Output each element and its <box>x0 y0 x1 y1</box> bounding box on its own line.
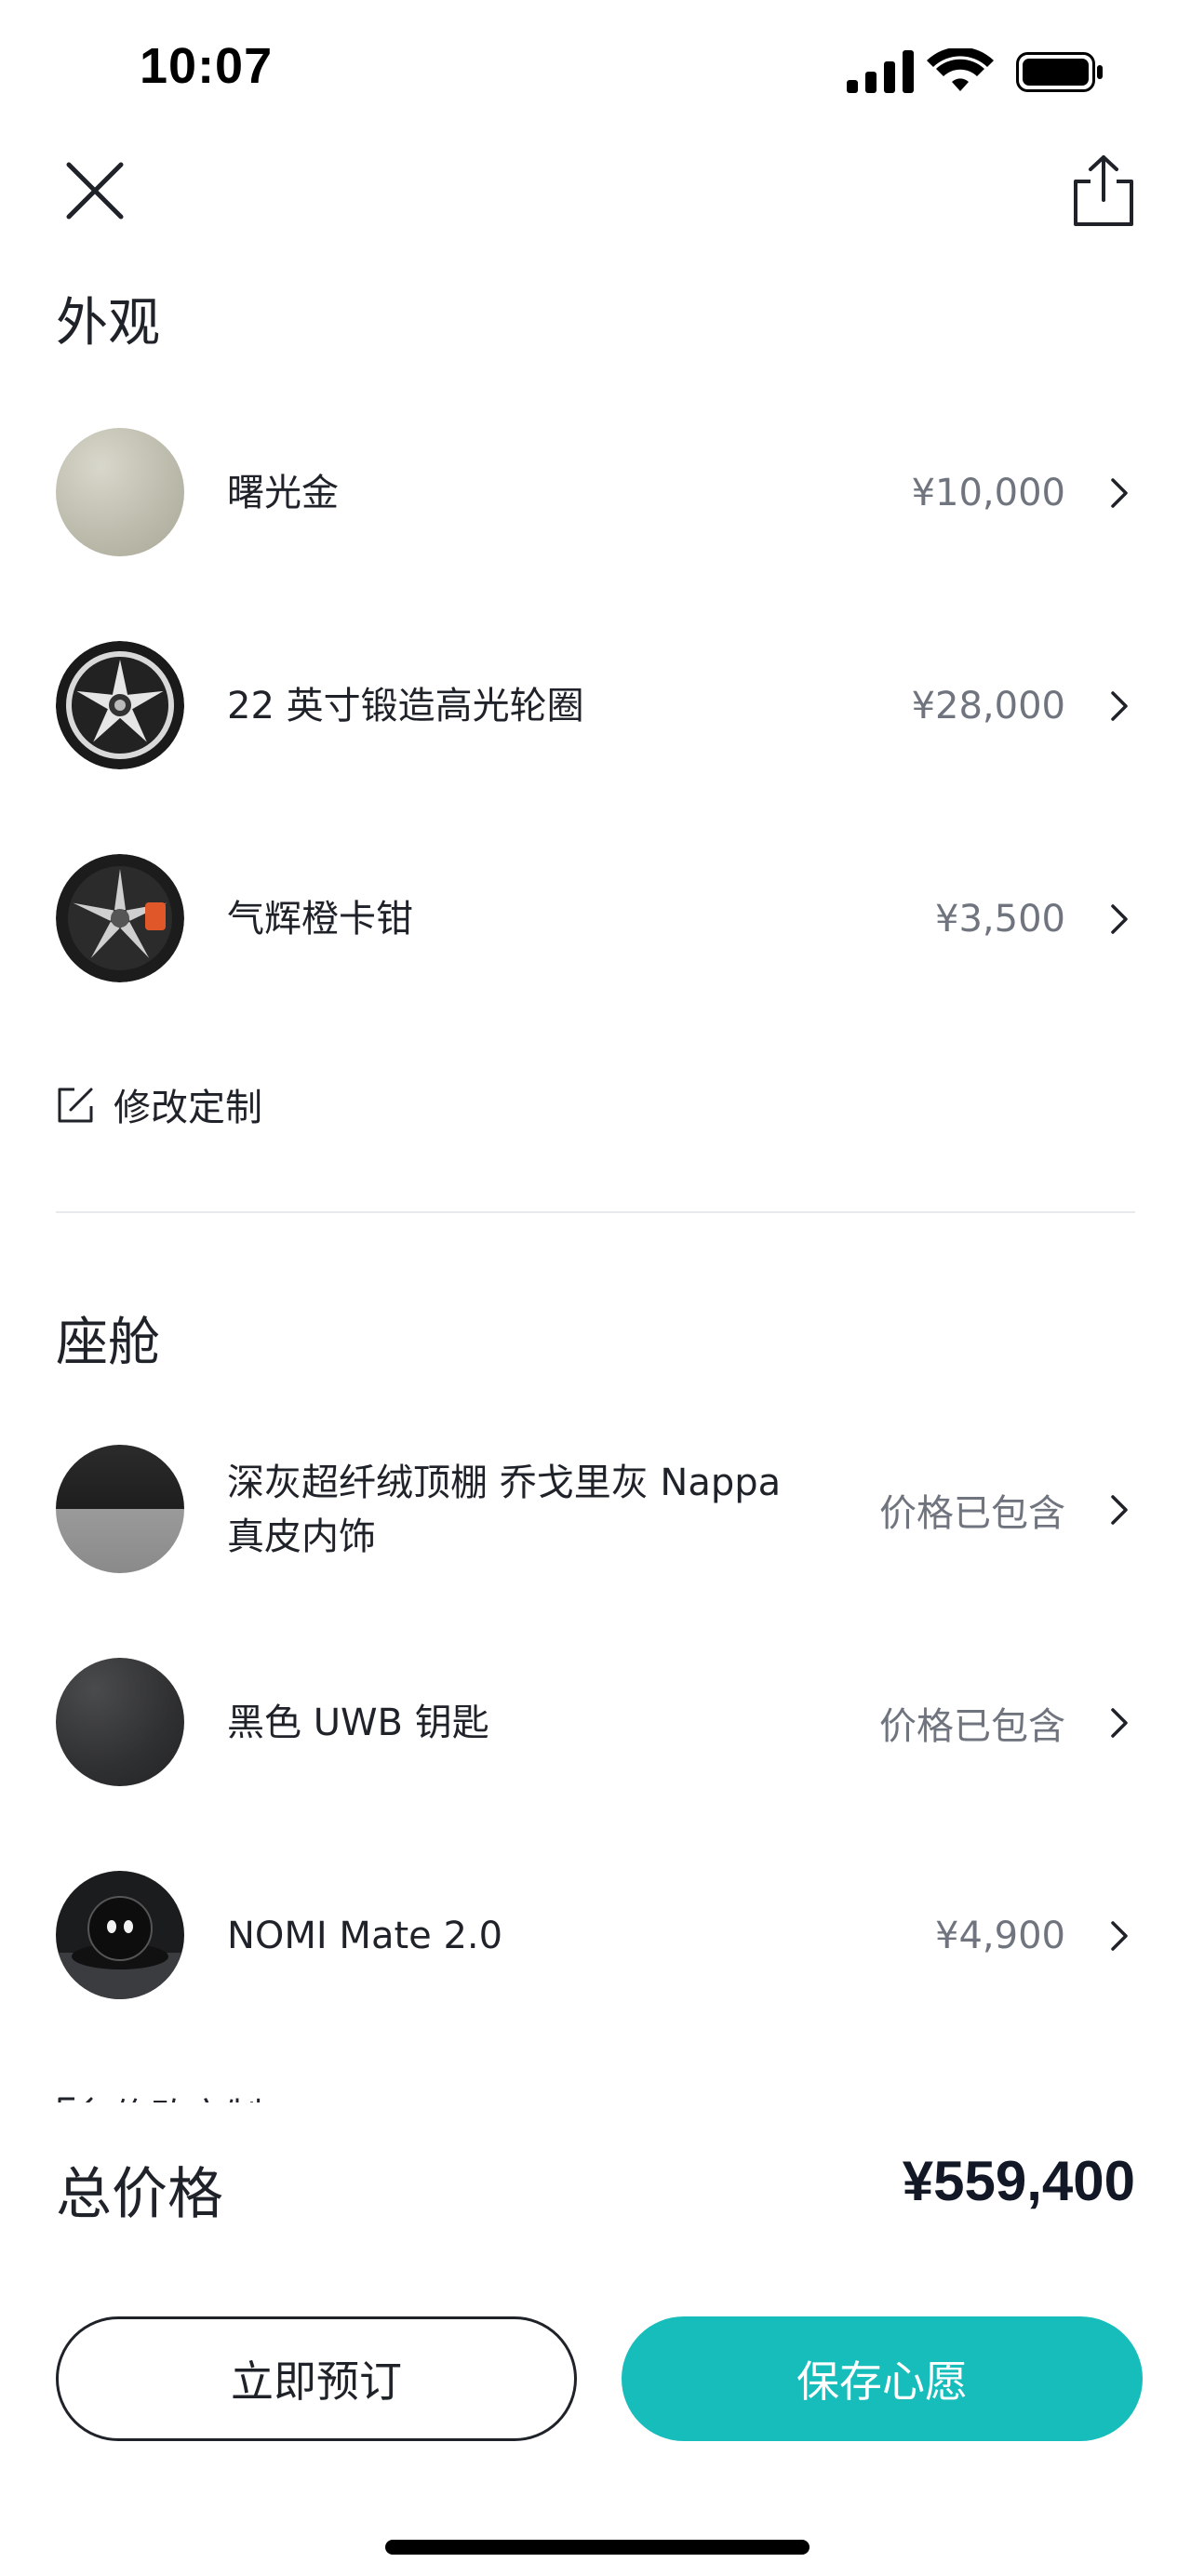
chevron-right-icon <box>1111 904 1128 934</box>
cabin-item-interior[interactable]: 深灰超纤绒顶棚 乔戈里灰 Nappa 真皮内饰 价格已包含 <box>0 1426 1191 1594</box>
edit-icon <box>58 1088 93 1123</box>
chevron-right-icon <box>1111 1495 1128 1525</box>
chevron-right-icon <box>1111 1921 1128 1951</box>
wheel-thumbnail <box>56 641 184 769</box>
chevron-right-icon <box>1111 691 1128 721</box>
config-summary-screen: 10:07 外观 曙光金 ¥10,000 22 英寸锻造高光轮圈 ¥28,000… <box>0 0 1191 2576</box>
close-button[interactable] <box>58 153 132 228</box>
item-name: 黑色 UWB 钥匙 <box>227 1702 489 1744</box>
modify-cabin-button[interactable]: 修改定制 <box>56 2086 262 2102</box>
status-icons <box>847 48 1103 93</box>
exterior-item-caliper[interactable]: 气辉橙卡钳 ¥3,500 <box>0 835 1191 1003</box>
item-price: 价格已包含 <box>879 1705 1065 1748</box>
section-title-cabin: 座舱 <box>56 1313 160 1373</box>
close-icon <box>66 162 124 220</box>
key-swatch-thumbnail <box>56 1658 184 1786</box>
save-wish-button[interactable]: 保存心愿 <box>622 2316 1143 2441</box>
item-price: ¥10,000 <box>911 472 1065 514</box>
item-name: 22 英寸锻造高光轮圈 <box>227 685 584 727</box>
interior-swatch-thumbnail <box>56 1445 184 1573</box>
caliper-thumbnail <box>56 854 184 982</box>
item-name: 气辉橙卡钳 <box>227 898 413 941</box>
total-price-label: 总价格 <box>56 2162 223 2227</box>
home-indicator <box>385 2540 810 2555</box>
total-price-value: ¥559,400 <box>902 2150 1135 2212</box>
item-name: 深灰超纤绒顶棚 乔戈里灰 Nappa 真皮内饰 <box>227 1462 782 1558</box>
section-title-exterior: 外观 <box>56 293 160 354</box>
share-icon <box>1074 155 1133 226</box>
share-button[interactable] <box>1066 153 1141 228</box>
section-divider <box>56 1211 1135 1213</box>
edit-icon <box>58 2097 93 2102</box>
signal-icon <box>847 50 914 93</box>
nomi-thumbnail <box>56 1871 184 1999</box>
exterior-item-paint[interactable]: 曙光金 ¥10,000 <box>0 409 1191 577</box>
item-price: 价格已包含 <box>879 1492 1065 1535</box>
chevron-right-icon <box>1111 1708 1128 1738</box>
cabin-item-nomi[interactable]: NOMI Mate 2.0 ¥4,900 <box>0 1852 1191 2020</box>
item-price: ¥28,000 <box>911 685 1065 727</box>
item-price: ¥4,900 <box>935 1915 1065 1957</box>
modify-label: 修改定制 <box>114 1087 262 1129</box>
modify-exterior-button[interactable]: 修改定制 <box>56 1076 262 1132</box>
chevron-right-icon <box>1111 478 1128 508</box>
paint-swatch-thumbnail <box>56 428 184 556</box>
item-price: ¥3,500 <box>935 898 1065 941</box>
cabin-item-key[interactable]: 黑色 UWB 钥匙 价格已包含 <box>0 1639 1191 1807</box>
config-list[interactable]: 外观 曙光金 ¥10,000 22 英寸锻造高光轮圈 ¥28,000 气辉橙卡钳… <box>0 260 1191 2102</box>
status-bar: 10:07 <box>0 0 1191 140</box>
modify-label: 修改定制 <box>114 2087 262 2102</box>
wifi-icon <box>927 48 994 91</box>
item-name: 曙光金 <box>227 472 339 514</box>
item-name: NOMI Mate 2.0 <box>227 1915 503 1957</box>
order-now-button[interactable]: 立即预订 <box>56 2316 577 2441</box>
battery-icon <box>1016 52 1103 92</box>
exterior-item-wheel[interactable]: 22 英寸锻造高光轮圈 ¥28,000 <box>0 622 1191 790</box>
status-time: 10:07 <box>140 38 274 94</box>
